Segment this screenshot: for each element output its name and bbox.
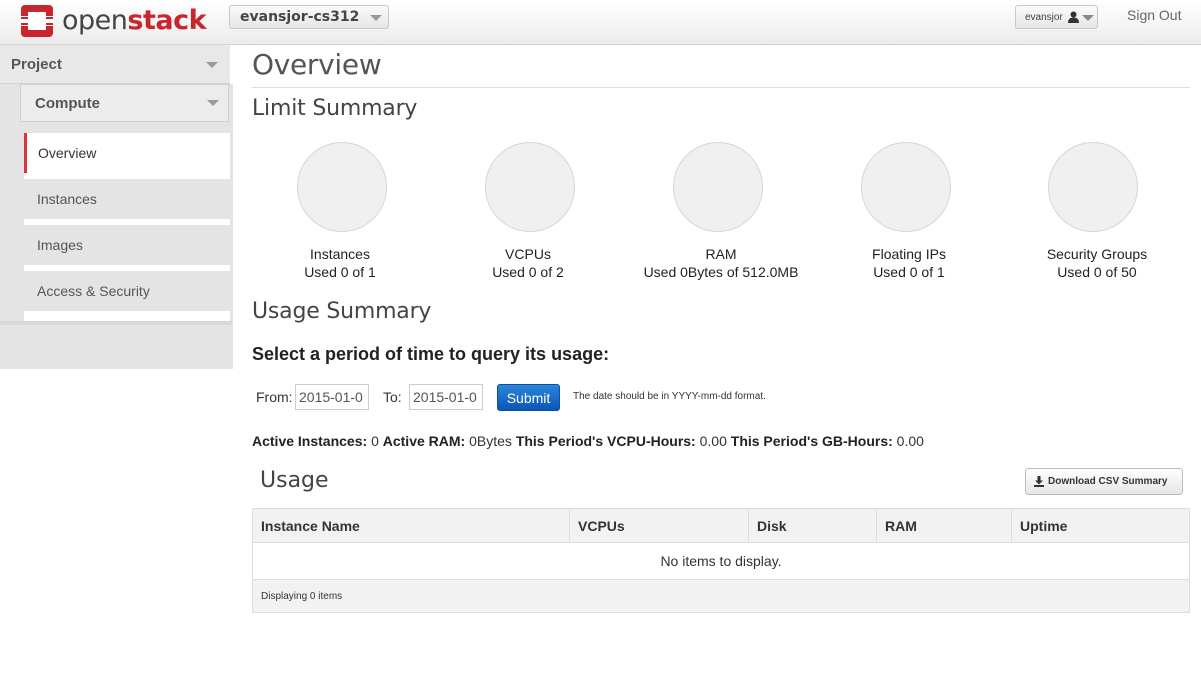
stat-value: 0.00 <box>896 433 924 449</box>
sidebar-item-images[interactable]: Images <box>24 225 230 265</box>
date-range-form: From: To: Submit The date should be in Y… <box>252 382 952 412</box>
sidebar-item-overview[interactable]: Overview <box>24 133 230 173</box>
limit-usage: Used 0Bytes of 512.0MB <box>643 264 799 280</box>
chevron-down-icon <box>207 100 219 106</box>
limit-item-security-groups: Security Groups Used 0 of 50 <box>1003 245 1191 281</box>
chevron-down-icon <box>370 15 382 21</box>
title-divider <box>252 87 1190 88</box>
download-csv-button[interactable]: Download CSV Summary <box>1025 468 1183 495</box>
column-header-vcpus[interactable]: VCPUs <box>569 508 749 543</box>
sidebar-panel-label: Compute <box>35 95 100 112</box>
download-icon <box>1034 476 1044 487</box>
logo-text-stack: stack <box>127 5 207 36</box>
sidebar-item-label: Instances <box>37 191 97 207</box>
limit-name: VCPUs <box>505 246 551 262</box>
limit-name: Security Groups <box>1046 246 1148 262</box>
logo-text-open: open <box>62 5 128 36</box>
chevron-down-icon <box>206 62 218 68</box>
openstack-logo[interactable]: openstack <box>20 4 207 38</box>
empty-table-message: No items to display. <box>252 542 1190 580</box>
submit-button[interactable]: Submit <box>497 384 560 411</box>
floating-ips-pie-chart <box>861 142 951 232</box>
column-header-instance-name[interactable]: Instance Name <box>252 508 570 543</box>
instances-pie-chart <box>297 142 387 232</box>
column-header-disk[interactable]: Disk <box>748 508 877 543</box>
limit-item-vcpus: VCPUs Used 0 of 2 <box>434 245 622 281</box>
limit-item-ram: RAM Used 0Bytes of 512.0MB <box>627 245 815 281</box>
stat-label: Active Instances: <box>252 433 368 449</box>
sidebar-dashboard-project[interactable]: Project <box>0 45 230 84</box>
usage-summary-heading: Usage Summary <box>252 299 432 324</box>
ram-pie-chart <box>673 142 763 232</box>
column-header-ram[interactable]: RAM <box>876 508 1012 543</box>
project-selector-label: evansjor-cs312 <box>240 9 360 25</box>
sidebar-panel-compute[interactable]: Compute <box>20 84 229 122</box>
sidebar-item-label: Overview <box>38 145 97 161</box>
limit-item-instances: Instances Used 0 of 1 <box>246 245 434 281</box>
to-label: To: <box>383 389 402 405</box>
limit-usage: Used 0 of 2 <box>492 264 564 280</box>
download-csv-label: Download CSV Summary <box>1048 476 1168 487</box>
limit-name: Instances <box>310 246 370 262</box>
sidebar-item-label: Images <box>37 237 83 253</box>
user-icon <box>1068 11 1079 23</box>
openstack-logo-icon <box>21 5 53 37</box>
sidebar: Project Compute Overview Instances Image… <box>0 45 233 369</box>
limit-name: Floating IPs <box>872 246 946 262</box>
user-menu[interactable]: evansjor <box>1015 5 1098 29</box>
sidebar-item-access-security[interactable]: Access & Security <box>24 271 230 311</box>
sidebar-item-label: Access & Security <box>37 283 150 299</box>
limit-usage: Used 0 of 1 <box>873 264 945 280</box>
stat-label: This Period's GB-Hours: <box>730 433 893 449</box>
column-header-uptime[interactable]: Uptime <box>1011 508 1190 543</box>
stat-label: Active RAM: <box>382 433 466 449</box>
vcpus-pie-chart <box>485 142 575 232</box>
stat-value: 0Bytes <box>469 433 512 449</box>
sign-out-link[interactable]: Sign Out <box>1127 7 1181 23</box>
sidebar-nav-list: Overview Instances Images Access & Secur… <box>24 133 230 322</box>
date-format-help: The date should be in YYYY-mm-dd format. <box>573 391 766 402</box>
chevron-down-icon <box>1082 15 1094 21</box>
from-label: From: <box>256 389 293 405</box>
sidebar-bottom-edge <box>0 321 232 325</box>
usage-table: Instance Name VCPUs Disk RAM Uptime No i… <box>252 508 1190 613</box>
stat-value: 0 <box>371 433 379 449</box>
to-date-input[interactable] <box>409 384 483 410</box>
stat-label: This Period's VCPU-Hours: <box>515 433 696 449</box>
sidebar-dashboard-label: Project <box>11 56 62 73</box>
page-title: Overview <box>252 48 382 81</box>
logo-text: openstack <box>62 4 207 38</box>
limit-usage: Used 0 of 1 <box>304 264 376 280</box>
limit-item-floating-ips: Floating IPs Used 0 of 1 <box>815 245 1003 281</box>
security-groups-pie-chart <box>1048 142 1138 232</box>
limit-usage: Used 0 of 50 <box>1057 264 1137 280</box>
usage-heading: Usage <box>260 468 329 493</box>
from-date-input[interactable] <box>295 384 369 410</box>
usage-stats: Active Instances: 0 Active RAM: 0Bytes T… <box>252 433 924 449</box>
user-menu-label: evansjor <box>1025 12 1063 23</box>
stat-value: 0.00 <box>699 433 727 449</box>
limit-summary-heading: Limit Summary <box>252 96 418 121</box>
table-item-count: Displaying 0 items <box>252 579 1190 613</box>
top-navbar: openstack evansjor-cs312 evansjor Sign O… <box>0 0 1201 45</box>
limit-name: RAM <box>705 246 737 262</box>
table-footer-row: Displaying 0 items <box>252 579 1190 613</box>
query-period-heading: Select a period of time to query its usa… <box>252 344 610 364</box>
project-selector[interactable]: evansjor-cs312 <box>229 5 389 29</box>
table-row: No items to display. <box>252 542 1190 580</box>
sidebar-item-instances[interactable]: Instances <box>24 179 230 219</box>
